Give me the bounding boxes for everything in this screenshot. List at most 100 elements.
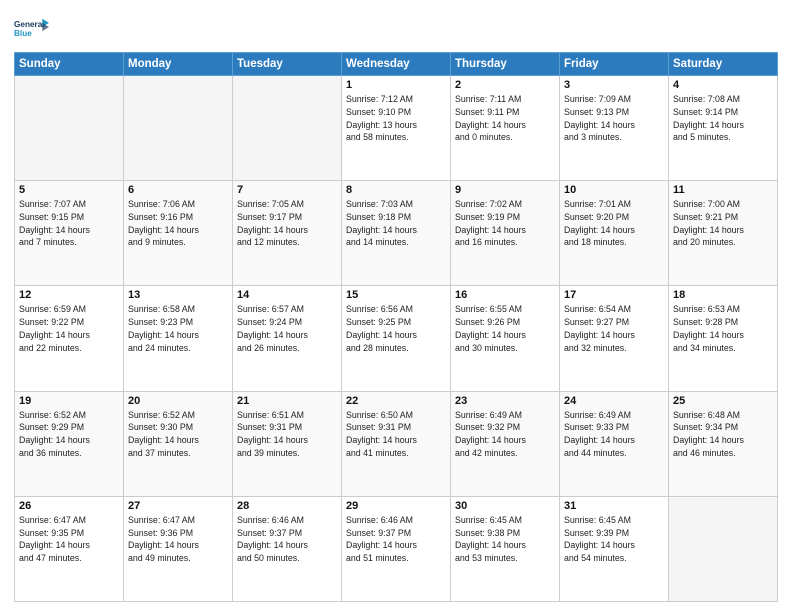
day-info: Sunrise: 7:06 AM Sunset: 9:16 PM Dayligh… xyxy=(128,198,228,249)
weekday-header-wednesday: Wednesday xyxy=(342,53,451,76)
day-info: Sunrise: 6:52 AM Sunset: 9:29 PM Dayligh… xyxy=(19,409,119,460)
calendar-cell: 22Sunrise: 6:50 AM Sunset: 9:31 PM Dayli… xyxy=(342,391,451,496)
day-number: 9 xyxy=(455,184,555,196)
weekday-header-tuesday: Tuesday xyxy=(233,53,342,76)
day-info: Sunrise: 6:59 AM Sunset: 9:22 PM Dayligh… xyxy=(19,303,119,354)
day-number: 4 xyxy=(673,79,773,91)
calendar-week-5: 26 Sunrise: 6:47 AM Sunset: 9:35 PM Dayli… xyxy=(15,496,778,601)
day-number: 23 xyxy=(455,395,555,407)
calendar-cell: 3 Sunrise: 7:09 AM Sunset: 9:13 PM Daylig… xyxy=(560,76,669,181)
calendar-week-4: 19 Sunrise: 6:52 AM Sunset: 9:29 PM Dayli… xyxy=(15,391,778,496)
calendar-cell: 21 Sunrise: 6:51 AM Sunset: 9:31 PM Dayli… xyxy=(233,391,342,496)
calendar-cell: 28 Sunrise: 6:46 AM Sunset: 9:37 PM Dayli… xyxy=(233,496,342,601)
day-number: 21 xyxy=(237,395,337,407)
day-number: 19 xyxy=(19,395,119,407)
day-number: 2 xyxy=(455,79,555,91)
day-info: Sunrise: 6:46 AM Sunset: 9:37 PM Dayligh… xyxy=(346,514,446,565)
day-number: 31 xyxy=(564,500,664,512)
logo-icon: GeneralBlue xyxy=(14,10,50,46)
calendar-body: 1 Sunrise: 7:12 AM Sunset: 9:10 PM Daylig… xyxy=(15,76,778,602)
day-info: Sunrise: 6:45 AM Sunset: 9:39 PM Dayligh… xyxy=(564,514,664,565)
calendar-cell: 30 Sunrise: 6:45 AM Sunset: 9:38 PM Dayli… xyxy=(451,496,560,601)
day-number: 1 xyxy=(346,79,446,91)
day-info: Sunrise: 6:53 AM Sunset: 9:28 PM Dayligh… xyxy=(673,303,773,354)
calendar-week-2: 5Sunrise: 7:07 AM Sunset: 9:15 PM Daylig… xyxy=(15,181,778,286)
weekday-header-sunday: Sunday xyxy=(15,53,124,76)
calendar-cell: 29Sunrise: 6:46 AM Sunset: 9:37 PM Dayli… xyxy=(342,496,451,601)
day-number: 11 xyxy=(673,184,773,196)
day-info: Sunrise: 7:00 AM Sunset: 9:21 PM Dayligh… xyxy=(673,198,773,249)
calendar-cell xyxy=(669,496,778,601)
day-info: Sunrise: 6:58 AM Sunset: 9:23 PM Dayligh… xyxy=(128,303,228,354)
day-info: Sunrise: 6:55 AM Sunset: 9:26 PM Dayligh… xyxy=(455,303,555,354)
day-info: Sunrise: 6:51 AM Sunset: 9:31 PM Dayligh… xyxy=(237,409,337,460)
calendar-cell: 1 Sunrise: 7:12 AM Sunset: 9:10 PM Daylig… xyxy=(342,76,451,181)
day-info: Sunrise: 6:49 AM Sunset: 9:33 PM Dayligh… xyxy=(564,409,664,460)
day-info: Sunrise: 7:03 AM Sunset: 9:18 PM Dayligh… xyxy=(346,198,446,249)
day-info: Sunrise: 7:05 AM Sunset: 9:17 PM Dayligh… xyxy=(237,198,337,249)
day-info: Sunrise: 6:46 AM Sunset: 9:37 PM Dayligh… xyxy=(237,514,337,565)
day-info: Sunrise: 6:57 AM Sunset: 9:24 PM Dayligh… xyxy=(237,303,337,354)
calendar-cell: 8 Sunrise: 7:03 AM Sunset: 9:18 PM Daylig… xyxy=(342,181,451,286)
day-info: Sunrise: 6:48 AM Sunset: 9:34 PM Dayligh… xyxy=(673,409,773,460)
day-number: 12 xyxy=(19,289,119,301)
calendar-table: SundayMondayTuesdayWednesdayThursdayFrid… xyxy=(14,52,778,602)
calendar-cell: 14Sunrise: 6:57 AM Sunset: 9:24 PM Dayli… xyxy=(233,286,342,391)
day-number: 17 xyxy=(564,289,664,301)
day-info: Sunrise: 6:56 AM Sunset: 9:25 PM Dayligh… xyxy=(346,303,446,354)
calendar-cell: 24 Sunrise: 6:49 AM Sunset: 9:33 PM Dayli… xyxy=(560,391,669,496)
day-number: 25 xyxy=(673,395,773,407)
calendar-cell: 5Sunrise: 7:07 AM Sunset: 9:15 PM Daylig… xyxy=(15,181,124,286)
calendar-cell: 12 Sunrise: 6:59 AM Sunset: 9:22 PM Dayli… xyxy=(15,286,124,391)
day-info: Sunrise: 7:08 AM Sunset: 9:14 PM Dayligh… xyxy=(673,93,773,144)
day-info: Sunrise: 7:11 AM Sunset: 9:11 PM Dayligh… xyxy=(455,93,555,144)
day-number: 26 xyxy=(19,500,119,512)
logo: GeneralBlue xyxy=(14,10,50,46)
calendar-cell: 9Sunrise: 7:02 AM Sunset: 9:19 PM Daylig… xyxy=(451,181,560,286)
calendar-cell: 10 Sunrise: 7:01 AM Sunset: 9:20 PM Dayli… xyxy=(560,181,669,286)
calendar-cell: 19 Sunrise: 6:52 AM Sunset: 9:29 PM Dayli… xyxy=(15,391,124,496)
day-number: 27 xyxy=(128,500,228,512)
calendar-cell xyxy=(124,76,233,181)
weekday-header-thursday: Thursday xyxy=(451,53,560,76)
day-number: 30 xyxy=(455,500,555,512)
day-info: Sunrise: 6:54 AM Sunset: 9:27 PM Dayligh… xyxy=(564,303,664,354)
calendar-week-3: 12 Sunrise: 6:59 AM Sunset: 9:22 PM Dayli… xyxy=(15,286,778,391)
calendar-cell: 13 Sunrise: 6:58 AM Sunset: 9:23 PM Dayli… xyxy=(124,286,233,391)
calendar-cell: 23 Sunrise: 6:49 AM Sunset: 9:32 PM Dayli… xyxy=(451,391,560,496)
weekday-header-saturday: Saturday xyxy=(669,53,778,76)
day-number: 24 xyxy=(564,395,664,407)
day-info: Sunrise: 7:12 AM Sunset: 9:10 PM Dayligh… xyxy=(346,93,446,144)
calendar-cell: 16Sunrise: 6:55 AM Sunset: 9:26 PM Dayli… xyxy=(451,286,560,391)
day-number: 8 xyxy=(346,184,446,196)
calendar-cell: 31 Sunrise: 6:45 AM Sunset: 9:39 PM Dayli… xyxy=(560,496,669,601)
day-info: Sunrise: 6:49 AM Sunset: 9:32 PM Dayligh… xyxy=(455,409,555,460)
calendar-cell: 20 Sunrise: 6:52 AM Sunset: 9:30 PM Dayli… xyxy=(124,391,233,496)
svg-text:General: General xyxy=(14,20,45,29)
day-info: Sunrise: 7:01 AM Sunset: 9:20 PM Dayligh… xyxy=(564,198,664,249)
weekday-header-friday: Friday xyxy=(560,53,669,76)
day-number: 18 xyxy=(673,289,773,301)
day-number: 7 xyxy=(237,184,337,196)
calendar-cell: 27Sunrise: 6:47 AM Sunset: 9:36 PM Dayli… xyxy=(124,496,233,601)
calendar-cell: 4 Sunrise: 7:08 AM Sunset: 9:14 PM Daylig… xyxy=(669,76,778,181)
day-info: Sunrise: 6:50 AM Sunset: 9:31 PM Dayligh… xyxy=(346,409,446,460)
weekday-header-monday: Monday xyxy=(124,53,233,76)
day-number: 5 xyxy=(19,184,119,196)
day-info: Sunrise: 6:45 AM Sunset: 9:38 PM Dayligh… xyxy=(455,514,555,565)
day-number: 28 xyxy=(237,500,337,512)
calendar-cell: 18 Sunrise: 6:53 AM Sunset: 9:28 PM Dayli… xyxy=(669,286,778,391)
weekday-header-row: SundayMondayTuesdayWednesdayThursdayFrid… xyxy=(15,53,778,76)
day-number: 10 xyxy=(564,184,664,196)
day-number: 3 xyxy=(564,79,664,91)
calendar-cell: 7 Sunrise: 7:05 AM Sunset: 9:17 PM Daylig… xyxy=(233,181,342,286)
day-number: 13 xyxy=(128,289,228,301)
day-number: 20 xyxy=(128,395,228,407)
day-info: Sunrise: 6:52 AM Sunset: 9:30 PM Dayligh… xyxy=(128,409,228,460)
calendar-cell: 6Sunrise: 7:06 AM Sunset: 9:16 PM Daylig… xyxy=(124,181,233,286)
day-info: Sunrise: 7:09 AM Sunset: 9:13 PM Dayligh… xyxy=(564,93,664,144)
calendar-cell: 2 Sunrise: 7:11 AM Sunset: 9:11 PM Daylig… xyxy=(451,76,560,181)
calendar-week-1: 1 Sunrise: 7:12 AM Sunset: 9:10 PM Daylig… xyxy=(15,76,778,181)
day-number: 15 xyxy=(346,289,446,301)
day-info: Sunrise: 6:47 AM Sunset: 9:35 PM Dayligh… xyxy=(19,514,119,565)
